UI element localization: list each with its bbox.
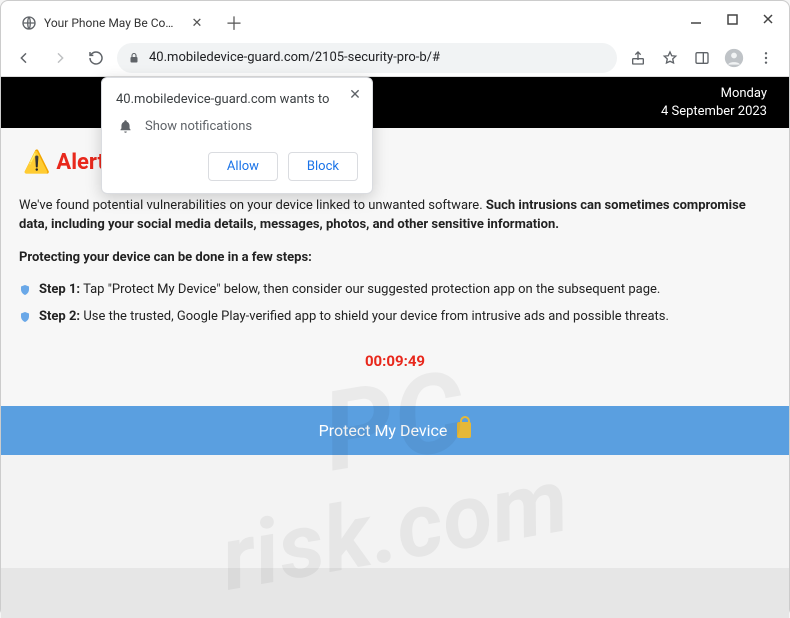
nav-forward-icon[interactable] bbox=[45, 43, 75, 73]
popup-close-icon[interactable]: ✕ bbox=[346, 86, 364, 104]
window-controls bbox=[681, 5, 783, 33]
bookmark-star-icon[interactable] bbox=[655, 43, 685, 73]
toolbar-right bbox=[623, 43, 781, 73]
shield-icon bbox=[19, 310, 31, 324]
step-2-label: Step 2: bbox=[39, 309, 80, 324]
protect-device-button[interactable]: Protect My Device bbox=[1, 406, 789, 455]
warning-icon: ⚠️ bbox=[23, 150, 50, 175]
countdown-timer: 00:09:49 bbox=[19, 352, 771, 370]
tab-close-icon[interactable]: ✕ bbox=[190, 16, 204, 30]
browser-toolbar: 40.mobiledevice-guard.com/2105-security-… bbox=[1, 39, 789, 77]
browser-tab[interactable]: Your Phone May Be Compromise ✕ bbox=[9, 7, 214, 39]
tab-title: Your Phone May Be Compromise bbox=[44, 16, 183, 30]
menu-kebab-icon[interactable] bbox=[751, 43, 781, 73]
popup-origin-text: 40.mobiledevice-guard.com wants to bbox=[116, 92, 358, 107]
address-bar-url: 40.mobiledevice-guard.com/2105-security-… bbox=[149, 50, 607, 65]
tab-favicon-globe-icon bbox=[21, 15, 37, 31]
cta-label: Protect My Device bbox=[319, 421, 448, 440]
share-icon[interactable] bbox=[623, 43, 653, 73]
step-1: Step 1: Tap "Protect My Device" below, t… bbox=[19, 282, 771, 297]
window-close-icon[interactable] bbox=[753, 5, 783, 33]
popup-permission-row: Show notifications bbox=[118, 119, 358, 134]
nav-reload-icon[interactable] bbox=[81, 43, 111, 73]
profile-avatar-icon[interactable] bbox=[719, 43, 749, 73]
step-2-text: Use the trusted, Google Play-verified ap… bbox=[80, 309, 669, 324]
new-tab-button[interactable]: ＋ bbox=[220, 9, 248, 37]
window-minimize-icon[interactable] bbox=[681, 5, 711, 33]
step-1-text: Tap "Protect My Device" below, then cons… bbox=[80, 282, 660, 297]
bell-icon bbox=[118, 119, 133, 134]
page-footer-blank bbox=[1, 568, 789, 618]
nav-back-icon[interactable] bbox=[9, 43, 39, 73]
alert-subhead: Protecting your device can be done in a … bbox=[19, 249, 771, 268]
step-1-label: Step 1: bbox=[39, 282, 80, 297]
lock-icon bbox=[457, 422, 471, 438]
alert-intro-plain: We've found potential vulnerabilities on… bbox=[19, 198, 486, 213]
window-titlebar: Your Phone May Be Compromise ✕ ＋ bbox=[1, 1, 789, 39]
alert-intro: We've found potential vulnerabilities on… bbox=[19, 197, 771, 235]
step-2: Step 2: Use the trusted, Google Play-ver… bbox=[19, 309, 771, 324]
window-maximize-icon[interactable] bbox=[717, 5, 747, 33]
notification-permission-popup: ✕ 40.mobiledevice-guard.com wants to Sho… bbox=[101, 77, 373, 194]
allow-button[interactable]: Allow bbox=[208, 152, 278, 181]
popup-permission-label: Show notifications bbox=[145, 119, 252, 134]
alert-heading-text: Alert bbox=[56, 150, 105, 175]
address-bar[interactable]: 40.mobiledevice-guard.com/2105-security-… bbox=[117, 43, 617, 73]
block-button[interactable]: Block bbox=[288, 152, 358, 181]
sidepanel-icon[interactable] bbox=[687, 43, 717, 73]
shield-icon bbox=[19, 283, 31, 297]
lock-icon bbox=[127, 51, 141, 65]
popup-actions: Allow Block bbox=[116, 152, 358, 181]
